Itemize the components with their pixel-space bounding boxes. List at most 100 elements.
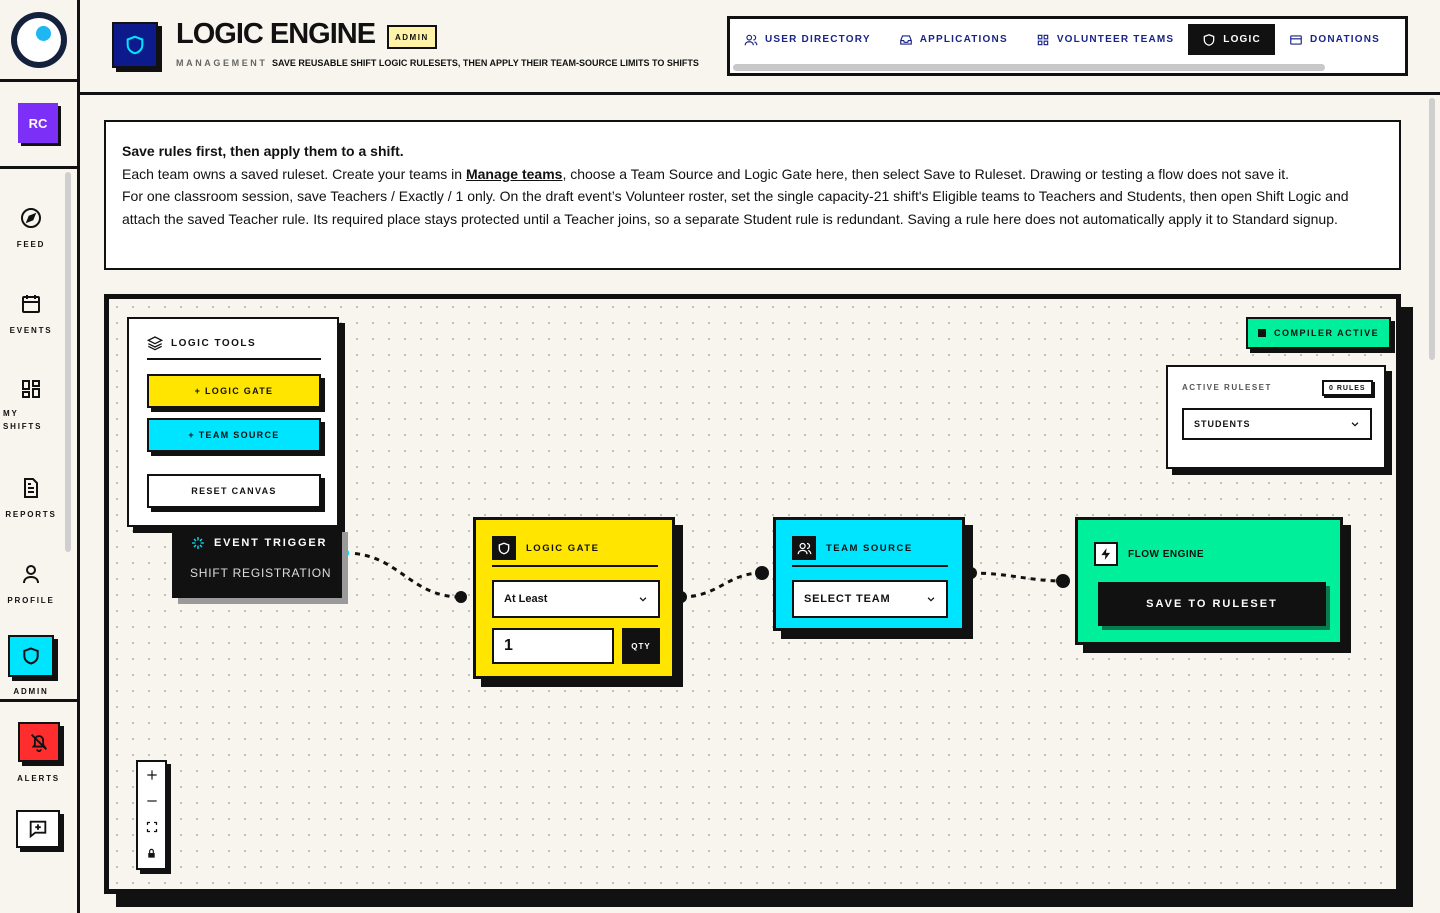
logic-tools-label: LOGIC TOOLS [171,337,257,349]
inbox-icon [899,34,912,45]
zoom-out-button[interactable] [138,788,165,814]
active-ruleset-label: ACTIVE RULESET [1182,383,1272,392]
shield-icon [1203,33,1215,46]
zoom-in-button[interactable] [138,762,165,788]
layers-icon [147,336,163,351]
tab-user-directory[interactable]: USER DIRECTORY [730,24,885,55]
sidebar-item-alerts[interactable]: ALERTS [0,722,77,783]
page-subtitle: MANAGEMENT [176,58,268,68]
active-ruleset-panel: ACTIVE RULESET 0 RULES STUDENTS [1166,365,1386,469]
reset-canvas-button[interactable]: RESET CANVAS [147,474,321,508]
lock-button[interactable] [138,840,165,866]
flow-input-port [1056,574,1070,588]
node-icon-box [492,536,516,560]
sidebar-item-reports[interactable]: REPORTS [0,476,62,519]
ruleset-select[interactable]: STUDENTS [1182,408,1372,440]
connection-team-flow [970,571,1064,583]
instructions-text: Each team owns a saved ruleset. Create y… [122,165,466,182]
divider [147,358,321,360]
shield-icon [498,542,510,554]
team-source-node[interactable]: TEAM SOURCE SELECT TEAM [773,517,965,631]
compiler-status-badge: COMPILER ACTIVE [1246,317,1392,349]
page-header: LOGIC ENGINE ADMIN MANAGEMENT SAVE REUSA… [80,0,1440,95]
sidebar-scrollbar[interactable] [65,172,71,552]
logic-gate-node[interactable]: LOGIC GATE At Least 1 QTY [473,517,675,679]
manage-teams-link[interactable]: Manage teams [466,166,562,182]
admin-icon-box [8,635,54,677]
add-logic-gate-button[interactable]: + LOGIC GATE [147,374,321,408]
flow-engine-label: FLOW ENGINE [1128,548,1205,560]
dashboard-icon [22,380,40,398]
grid-icon [1037,34,1049,45]
role-badge: ADMIN [387,25,437,49]
team-source-title: TEAM SOURCE [792,536,913,560]
logic-gate-label: LOGIC GATE [526,542,600,554]
tab-logic[interactable]: LOGIC [1188,24,1275,55]
document-icon [24,478,38,498]
flow-engine-title: FLOW ENGINE [1094,542,1204,566]
gate-input-port [455,591,467,603]
instructions-line-1: Each team owns a saved ruleset. Create y… [122,163,1383,186]
shield-icon [126,35,144,55]
tabs-scrollbar[interactable] [733,64,1325,71]
card-icon [1290,34,1302,45]
sidebar: RC FEED EVENTS MY SHIFTS REPORTS PROFILE… [0,0,80,913]
instructions-text: , choose a Team Source and Logic Gate he… [562,165,1290,182]
page-description: SAVE REUSABLE SHIFT LOGIC RULESETS, THEN… [272,58,699,68]
gate-quantity-input[interactable]: 1 [492,628,614,664]
logo[interactable] [0,0,77,82]
chevron-down-icon [639,597,647,602]
minus-icon [146,800,157,802]
status-indicator-icon [1258,329,1266,337]
event-trigger-node[interactable]: EVENT TRIGGER SHIFT REGISTRATION [172,526,342,598]
instructions-panel: Save rules first, then apply them to a s… [104,120,1401,270]
bell-off-icon [30,734,47,753]
sidebar-item-admin[interactable]: ADMIN [0,635,62,696]
team-output-port [965,567,977,579]
tab-label: LOGIC [1223,34,1261,45]
feedback-button[interactable] [16,810,60,848]
add-team-source-button[interactable]: + TEAM SOURCE [147,418,321,452]
team-select-value: SELECT TEAM [804,593,891,605]
sidebar-item-events[interactable]: EVENTS [0,292,62,335]
tab-applications[interactable]: APPLICATIONS [885,24,1022,55]
tab-label: VOLUNTEER TEAMS [1056,34,1175,45]
connection-trigger-gate [344,551,462,599]
save-to-ruleset-button[interactable]: SAVE TO RULESET [1098,582,1326,626]
gate-operator-value: At Least [504,593,548,605]
sidebar-item-my-shifts[interactable]: MY SHIFTS [0,377,62,433]
message-plus-icon [29,820,47,839]
avatar-section: RC [0,85,77,169]
lightning-icon [1101,548,1111,560]
logic-tools-title: LOGIC TOOLS [147,335,256,351]
sidebar-item-profile[interactable]: PROFILE [0,562,62,605]
tab-donations[interactable]: DONATIONS [1275,24,1394,55]
tab-label: APPLICATIONS [919,34,1008,45]
divider [792,565,948,567]
avatar[interactable]: RC [18,103,58,143]
gate-operator-select[interactable]: At Least [492,580,660,618]
header-icon-box [112,22,158,68]
flow-engine-node[interactable]: FLOW ENGINE SAVE TO RULESET [1075,517,1343,645]
compiler-status-label: COMPILER ACTIVE [1274,328,1380,338]
logo-icon [11,12,67,68]
fit-view-button[interactable] [138,814,165,840]
instructions-line-2: For one classroom session, save Teachers… [122,188,1349,227]
chevron-down-icon [1351,422,1359,427]
sidebar-item-label: ADMIN [13,687,49,696]
calendar-icon [22,295,40,313]
main-scrollbar[interactable] [1429,98,1435,360]
gate-output-port [675,591,687,603]
tab-volunteer-teams[interactable]: VOLUNTEER TEAMS [1022,24,1188,55]
compass-icon [21,208,41,228]
logic-canvas[interactable]: LOGIC TOOLS + LOGIC GATE + TEAM SOURCE R… [104,294,1401,894]
shield-icon [23,647,39,665]
instructions-heading: Save rules first, then apply them to a s… [122,143,404,159]
alerts-icon-box [17,722,60,762]
trigger-title: EVENT TRIGGER [190,535,327,551]
tab-settings[interactable] [1394,24,1405,55]
sparkle-icon [192,537,204,549]
sidebar-item-feed[interactable]: FEED [0,206,62,249]
team-select[interactable]: SELECT TEAM [792,580,948,618]
logic-gate-title: LOGIC GATE [492,536,599,560]
